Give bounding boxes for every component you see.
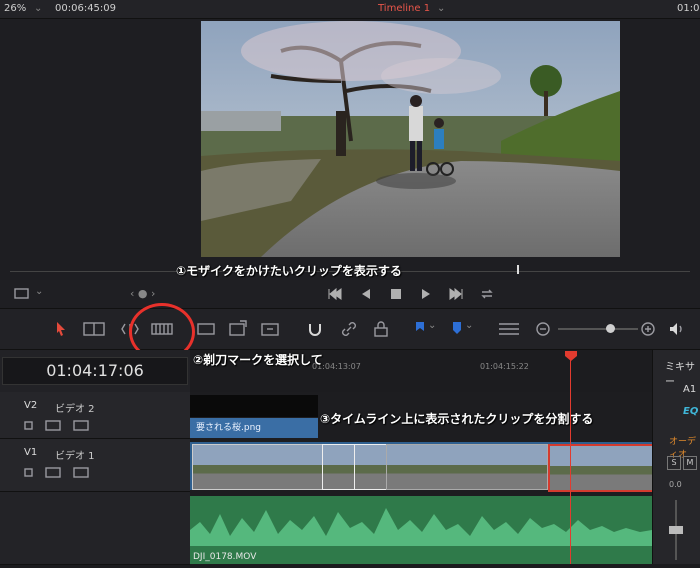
transport-controls: ⌄ ‹ ● › <box>0 280 700 309</box>
v1-clip[interactable] <box>386 444 548 490</box>
track-header-a1[interactable] <box>0 492 190 565</box>
playhead-handle[interactable] <box>564 350 578 362</box>
annotation-step3: ③タイムライン上に表示されたクリップを分割する <box>320 412 594 426</box>
v1-clip-segment[interactable] <box>354 444 388 490</box>
edit-toolbar: ⌄ ⌄ <box>0 303 700 361</box>
zoom-slider[interactable] <box>558 328 638 330</box>
timeline-timecode: 01:04:17:06 <box>2 357 188 385</box>
scrubber-playhead[interactable] <box>517 265 519 274</box>
chevron-down-icon[interactable]: ⌄ <box>465 320 473 331</box>
v2-clip-thumbnail[interactable] <box>190 395 318 417</box>
speaker-icon[interactable] <box>668 321 686 337</box>
auto-select-icon[interactable] <box>45 467 61 478</box>
v2-clip[interactable]: 要される桜.png <box>190 418 318 438</box>
select-arrow-icon[interactable] <box>55 321 67 337</box>
snapping-icon[interactable] <box>306 320 324 338</box>
mixer-channel: A1 <box>683 384 697 395</box>
overwrite-icon[interactable] <box>228 320 250 338</box>
zoom-out-icon[interactable] <box>535 321 551 337</box>
source-timecode: 00:06:45:09 <box>55 3 117 14</box>
timeline-view-icon[interactable] <box>497 321 521 337</box>
lock-icon[interactable] <box>373 320 389 338</box>
chevron-down-icon[interactable]: ⌄ <box>437 3 445 14</box>
insert-icon[interactable] <box>196 321 218 337</box>
right-timecode: 01:0 <box>677 3 700 14</box>
link-icon[interactable] <box>340 320 358 338</box>
v1-clip-selected[interactable] <box>548 444 654 492</box>
marker-icon[interactable] <box>451 321 463 337</box>
zoom-level[interactable]: 26% <box>4 3 26 14</box>
v1-clip[interactable] <box>192 444 324 490</box>
audio-clip-label: DJI_0178.MOV <box>193 552 257 562</box>
play-icon[interactable] <box>419 287 433 301</box>
track-id: V2 <box>24 400 38 411</box>
clip-nav-dots[interactable]: ‹ ● › <box>130 287 155 300</box>
v1-clip-segment[interactable] <box>322 444 356 490</box>
eq-button[interactable]: EQ <box>683 406 698 417</box>
first-frame-icon[interactable] <box>326 287 344 301</box>
mixer-level: 0.0 <box>669 480 682 489</box>
top-bar: 26% ⌄ 00:06:45:09 Timeline 1 ⌄ 01:0 <box>0 0 700 19</box>
dropdown-icon[interactable]: ⌄ <box>34 3 42 14</box>
track-enable-icon[interactable] <box>73 420 89 431</box>
trim-icon[interactable] <box>83 322 105 336</box>
play-reverse-icon[interactable] <box>359 287 373 301</box>
annotation-step1: ①モザイクをかけたいクリップを表示する <box>176 264 402 278</box>
zoom-slider-handle[interactable] <box>606 324 615 333</box>
fader-handle[interactable] <box>669 526 683 534</box>
track-name[interactable]: ビデオ 2 <box>55 400 95 415</box>
track-id: V1 <box>24 447 38 458</box>
chevron-down-icon[interactable]: ⌄ <box>35 286 43 297</box>
track-header-v1[interactable]: V1 ビデオ 1 <box>0 439 190 492</box>
auto-select-icon[interactable] <box>45 420 61 431</box>
track-name[interactable]: ビデオ 1 <box>55 447 95 462</box>
a1-clip[interactable]: DJI_0178.MOV <box>190 496 652 564</box>
annotation-step2: ②剃刀マークを選択して <box>193 353 323 367</box>
flag-icon[interactable] <box>414 321 426 337</box>
stop-icon[interactable] <box>389 287 403 301</box>
loop-icon[interactable] <box>479 287 495 301</box>
track-enable-icon[interactable] <box>73 467 89 478</box>
zoom-in-icon[interactable] <box>640 321 656 337</box>
mute-button[interactable]: M <box>683 456 697 470</box>
timeline-playhead[interactable] <box>570 356 571 564</box>
solo-button[interactable]: S <box>667 456 681 470</box>
ruler-tick-label: 01:04:15:22 <box>480 362 529 371</box>
lock-icon[interactable] <box>24 421 33 430</box>
last-frame-icon[interactable] <box>447 287 465 301</box>
clip-label: 要される桜.png <box>196 423 261 433</box>
chevron-down-icon[interactable]: ⌄ <box>428 320 436 331</box>
replace-icon[interactable] <box>260 320 282 338</box>
video-preview <box>201 21 620 257</box>
timeline-title[interactable]: Timeline 1 <box>378 3 430 14</box>
lock-icon[interactable] <box>24 468 33 477</box>
viewer-layout-icon[interactable] <box>14 288 30 300</box>
mixer-panel: ミキサー A1 EQ オーディオ S M 0.0 <box>652 350 700 564</box>
track-header-v2[interactable]: V2 ビデオ 2 <box>0 392 190 439</box>
